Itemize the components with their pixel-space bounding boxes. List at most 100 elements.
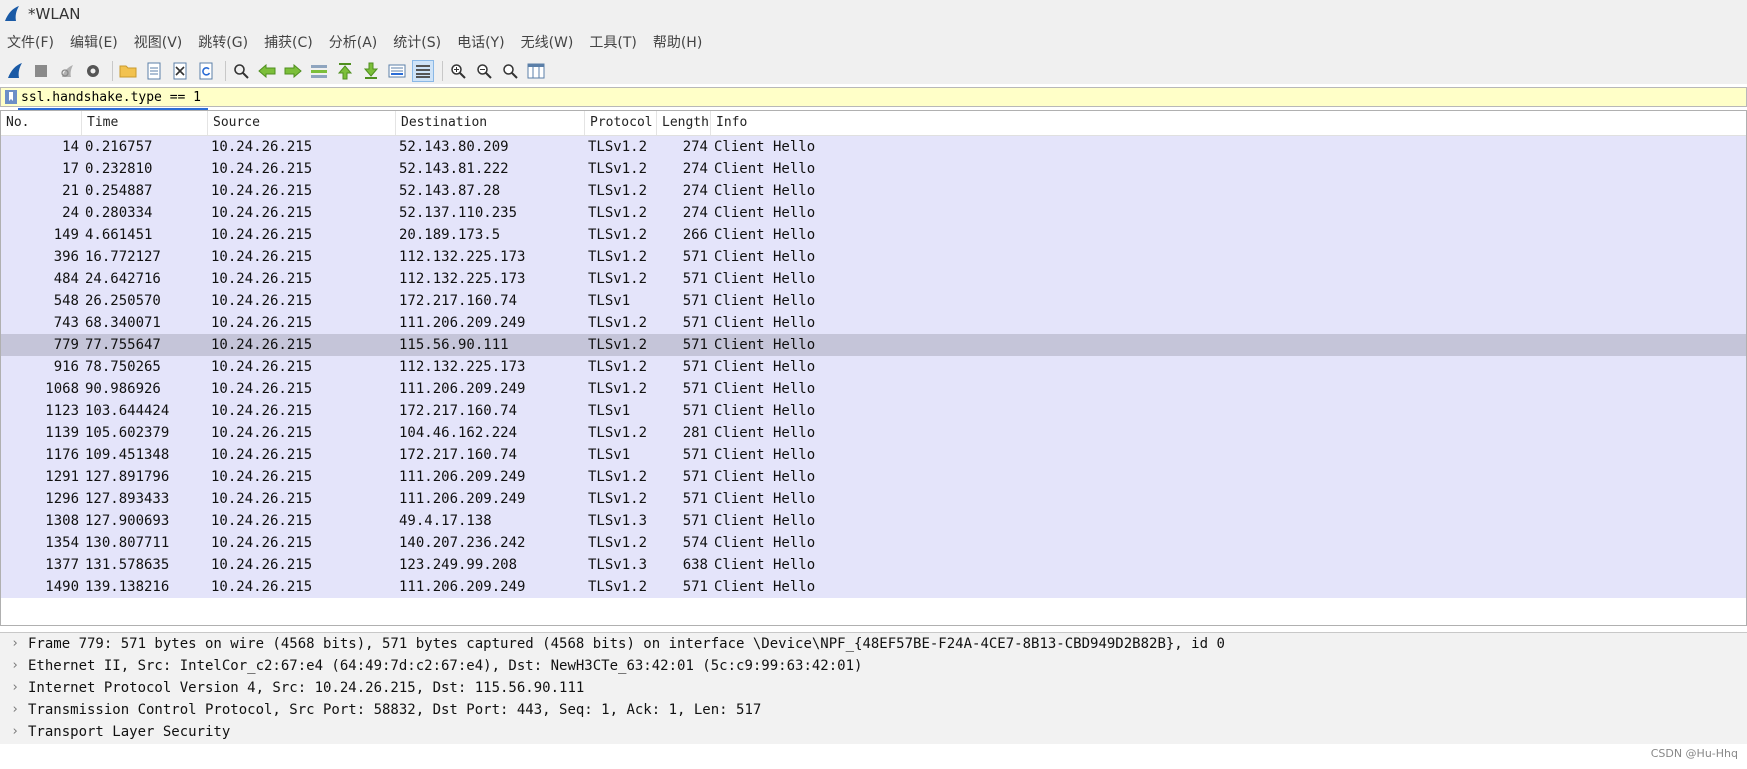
- cell-source: 10.24.26.215: [211, 271, 313, 287]
- cell-length: 571: [682, 249, 708, 265]
- table-row[interactable]: 1291 127.891796 10.24.26.215 111.206.209.24…: [1, 466, 1746, 488]
- detail-row-tcp[interactable]: › Transmission Control Protocol, Src Por…: [0, 699, 1747, 721]
- cell-source: 10.24.26.215: [211, 535, 313, 551]
- cell-source: 10.24.26.215: [211, 161, 313, 177]
- table-row[interactable]: 24 0.280334 10.24.26.215 52.137.110.235 TLSv…: [1, 202, 1746, 224]
- zoom-out-icon[interactable]: [473, 60, 495, 82]
- cell-source: 10.24.26.215: [211, 513, 313, 529]
- chevron-right-icon[interactable]: ›: [8, 633, 22, 655]
- table-row[interactable]: 396 16.772127 10.24.26.215 112.132.225.173 T…: [1, 246, 1746, 268]
- go-to-packet-icon[interactable]: [308, 60, 330, 82]
- table-row[interactable]: 1068 90.986926 10.24.26.215 111.206.209.249…: [1, 378, 1746, 400]
- detail-row-tls[interactable]: › Transport Layer Security: [0, 721, 1747, 743]
- chevron-right-icon[interactable]: ›: [8, 655, 22, 677]
- table-row[interactable]: 1354 130.807711 10.24.26.215 140.207.236.24…: [1, 532, 1746, 554]
- packet-list-header: No. Time Source Destination Protocol Len…: [1, 111, 1746, 136]
- cell-length: 274: [682, 161, 708, 177]
- cell-info: Client Hello: [714, 315, 816, 331]
- cell-info: Client Hello: [714, 447, 816, 463]
- shark-fin-start-icon[interactable]: [4, 60, 26, 82]
- menu-statistics[interactable]: 统计(S): [386, 32, 448, 52]
- table-row[interactable]: 743 68.340071 10.24.26.215 111.206.209.249 T…: [1, 312, 1746, 334]
- menu-go[interactable]: 跳转(G): [191, 32, 255, 52]
- table-row[interactable]: 1296 127.893433 10.24.26.215 111.206.209.24…: [1, 488, 1746, 510]
- cell-no: 1354: [45, 535, 79, 551]
- chevron-right-icon[interactable]: ›: [8, 677, 22, 699]
- bookmark-icon[interactable]: [4, 90, 18, 104]
- zoom-in-icon[interactable]: [447, 60, 469, 82]
- menu-edit[interactable]: 编辑(E): [63, 32, 125, 52]
- display-filter-input[interactable]: [21, 88, 1621, 106]
- detail-row-ipv4[interactable]: › Internet Protocol Version 4, Src: 10.2…: [0, 677, 1747, 699]
- table-row[interactable]: 1176 109.451348 10.24.26.215 172.217.160.74…: [1, 444, 1746, 466]
- menu-wireless[interactable]: 无线(W): [514, 32, 581, 52]
- cell-protocol: TLSv1: [588, 293, 631, 309]
- column-header-length[interactable]: Length: [657, 111, 711, 135]
- table-row[interactable]: 1123 103.644424 10.24.26.215 172.217.160.74…: [1, 400, 1746, 422]
- chevron-right-icon[interactable]: ›: [8, 699, 22, 721]
- table-row-selected[interactable]: 779 77.755647 10.24.26.215 115.56.90.111 TLS…: [1, 334, 1746, 356]
- table-row[interactable]: 1139 105.602379 10.24.26.215 104.46.162.224…: [1, 422, 1746, 444]
- cell-info: Client Hello: [714, 139, 816, 155]
- cell-protocol: TLSv1.2: [588, 381, 648, 397]
- column-header-source[interactable]: Source: [208, 111, 396, 135]
- chevron-right-icon[interactable]: ›: [8, 721, 22, 743]
- table-row[interactable]: 1377 131.578635 10.24.26.215 123.249.99.208…: [1, 554, 1746, 576]
- stop-capture-icon[interactable]: [30, 60, 52, 82]
- cell-info: Client Hello: [714, 535, 816, 551]
- column-header-no[interactable]: No.: [1, 111, 82, 135]
- capture-options-icon[interactable]: [82, 60, 104, 82]
- menu-help[interactable]: 帮助(H): [646, 32, 709, 52]
- table-row[interactable]: 149 4.661451 10.24.26.215 20.189.173.5 TLSv1…: [1, 224, 1746, 246]
- window-title: *WLAN: [28, 4, 81, 23]
- menu-capture[interactable]: 捕获(C): [257, 32, 320, 52]
- restart-capture-icon[interactable]: [56, 60, 78, 82]
- table-row[interactable]: 14 0.216757 10.24.26.215 52.143.80.209 TLSv1…: [1, 136, 1746, 158]
- resize-columns-icon[interactable]: [525, 60, 547, 82]
- cell-time: 131.578635: [85, 557, 170, 573]
- cell-info: Client Hello: [714, 337, 816, 353]
- cell-length: 274: [682, 139, 708, 155]
- table-row[interactable]: 1490 139.138216 10.24.26.215 111.206.209.24…: [1, 576, 1746, 598]
- cell-time: 127.893433: [85, 491, 170, 507]
- column-header-protocol[interactable]: Protocol: [585, 111, 657, 135]
- cell-destination: 49.4.17.138: [399, 513, 492, 529]
- column-header-time[interactable]: Time: [82, 111, 208, 135]
- table-row[interactable]: 1308 127.900693 10.24.26.215 49.4.17.138 TLS…: [1, 510, 1746, 532]
- table-row[interactable]: 17 0.232810 10.24.26.215 52.143.81.222 TLSv1…: [1, 158, 1746, 180]
- close-file-icon[interactable]: [169, 60, 191, 82]
- zoom-reset-icon[interactable]: [499, 60, 521, 82]
- cell-protocol: TLSv1: [588, 403, 631, 419]
- find-packet-icon[interactable]: [230, 60, 252, 82]
- column-header-destination[interactable]: Destination: [396, 111, 585, 135]
- go-first-icon[interactable]: [334, 60, 356, 82]
- cell-no: 916: [53, 359, 79, 375]
- go-back-icon[interactable]: [256, 60, 278, 82]
- detail-row-frame[interactable]: › Frame 779: 571 bytes on wire (4568 bit…: [0, 633, 1747, 655]
- table-row[interactable]: 916 78.750265 10.24.26.215 112.132.225.173 T…: [1, 356, 1746, 378]
- menu-tools[interactable]: 工具(T): [582, 32, 643, 52]
- open-folder-icon[interactable]: [117, 60, 139, 82]
- go-forward-icon[interactable]: [282, 60, 304, 82]
- column-header-info[interactable]: Info: [711, 111, 1746, 135]
- menu-file[interactable]: 文件(F): [0, 32, 61, 52]
- reload-icon[interactable]: [195, 60, 217, 82]
- menu-analyze[interactable]: 分析(A): [322, 32, 385, 52]
- auto-scroll-icon[interactable]: [386, 60, 408, 82]
- menu-view[interactable]: 视图(V): [127, 32, 190, 52]
- save-file-icon[interactable]: [143, 60, 165, 82]
- cell-protocol: TLSv1.2: [588, 535, 648, 551]
- cell-info: Client Hello: [714, 161, 816, 177]
- packet-list[interactable]: No. Time Source Destination Protocol Len…: [0, 110, 1747, 626]
- cell-destination: 52.137.110.235: [399, 205, 518, 221]
- cell-destination: 111.206.209.249: [399, 469, 526, 485]
- cell-protocol: TLSv1.2: [588, 205, 648, 221]
- detail-row-ethernet[interactable]: › Ethernet II, Src: IntelCor_c2:67:e4 (6…: [0, 655, 1747, 677]
- cell-time: 4.661451: [85, 227, 153, 243]
- menu-telephony[interactable]: 电话(Y): [450, 32, 511, 52]
- table-row[interactable]: 548 26.250570 10.24.26.215 172.217.160.74 TL…: [1, 290, 1746, 312]
- colorize-icon[interactable]: [412, 59, 434, 82]
- table-row[interactable]: 484 24.642716 10.24.26.215 112.132.225.173 T…: [1, 268, 1746, 290]
- go-last-icon[interactable]: [360, 60, 382, 82]
- table-row[interactable]: 21 0.254887 10.24.26.215 52.143.87.28 TLSv1.…: [1, 180, 1746, 202]
